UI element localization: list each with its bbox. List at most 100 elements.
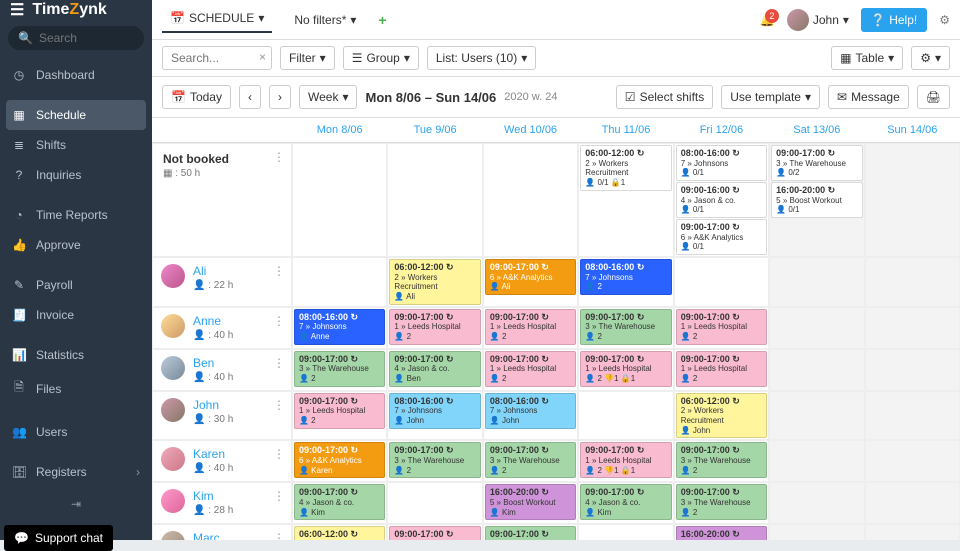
sidebar-item-registers[interactable]: 🗄Registers› (0, 457, 152, 487)
shift-card[interactable]: 09:00-17:00 ↻6 » A&K Analytics👤 Ali (485, 259, 576, 295)
day-header[interactable]: Mon 8/06 (292, 118, 387, 143)
day-header[interactable]: Sun 14/06 (865, 118, 960, 143)
add-icon[interactable]: + (378, 12, 386, 28)
cell[interactable] (292, 257, 387, 307)
day-header[interactable]: Thu 11/06 (578, 118, 673, 143)
cell[interactable] (769, 440, 864, 482)
row-menu[interactable]: ⋮ (273, 356, 285, 370)
shift-card[interactable]: 09:00-17:00 ↻3 » The Warehouse👤 2 (580, 309, 671, 345)
cell[interactable] (387, 143, 482, 257)
shift-card[interactable]: 08:00-16:00 ↻7 » Johnsons👤 Anne (294, 309, 385, 345)
help-button[interactable]: ❔ Help! (861, 8, 927, 32)
cell[interactable]: 09:00-17:00 ↻1 » Leeds Hospital👤 2 (674, 349, 769, 391)
cell[interactable]: 09:00-17:00 ↻3 » The Warehouse👤 2 (674, 440, 769, 482)
day-header[interactable]: Wed 10/06 (483, 118, 578, 143)
row-menu[interactable]: ⋮ (273, 531, 285, 540)
shift-card[interactable]: 09:00-17:00 ↻1 » Leeds Hospital👤 2 (485, 309, 576, 345)
shift-card[interactable]: 16:00-20:00 ↻5 » Boost Workout👤 0/1 (771, 182, 862, 218)
shift-card[interactable]: 09:00-17:00 ↻1 » Leeds Hospital👤 2 (485, 351, 576, 387)
shift-card[interactable]: 09:00-17:00 ↻1 » Leeds Hospital👤 2 (676, 309, 767, 345)
cell[interactable] (769, 257, 864, 307)
cell[interactable]: 08:00-16:00 ↻7 » Johnsons👤 Anne (292, 307, 387, 349)
shift-card[interactable]: 09:00-17:00 ↻4 » Jason & co.👤 Ben (389, 351, 480, 387)
row-menu[interactable]: ⋮ (273, 150, 285, 164)
cell[interactable]: 08:00-16:00 ↻7 » Johnsons👤 0/109:00-16:0… (674, 143, 769, 257)
collapse-button[interactable]: ⇥ (0, 487, 152, 521)
row-menu[interactable]: ⋮ (273, 489, 285, 503)
week-dropdown[interactable]: Week▾ (299, 85, 358, 109)
cell[interactable]: 09:00-17:00 ↻1 » Leeds Hospital👤 2 (483, 349, 578, 391)
cell[interactable]: 09:00-17:00 ↻1 » Leeds Hospital👤 2 (292, 391, 387, 441)
sidebar-item-time-reports[interactable]: ◔Time Reports (0, 200, 152, 230)
toolbar-search-input[interactable] (162, 46, 272, 70)
day-header[interactable]: Tue 9/06 (387, 118, 482, 143)
cell[interactable] (769, 349, 864, 391)
cell[interactable] (865, 524, 960, 540)
cell[interactable]: 09:00-17:00 ↻3 » The Warehouse👤 0/216:00… (769, 143, 864, 257)
sidebar-search[interactable]: 🔍 (8, 26, 144, 50)
sidebar-item-statistics[interactable]: 📊Statistics (0, 340, 152, 370)
sidebar-item-schedule[interactable]: ▦Schedule (6, 100, 146, 130)
cell[interactable]: 09:00-17:00 ↻4 » Jason & co.👤 Ben (387, 349, 482, 391)
group-dropdown[interactable]: ☰Group▾ (343, 46, 419, 70)
shift-card[interactable]: 06:00-12:00 ↻2 » Workers Recruitment👤 (294, 526, 385, 540)
shift-card[interactable]: 09:00-17:00 ↻3 » The Warehouse👤 0/2 (771, 145, 862, 181)
template-dropdown[interactable]: Use template▾ (721, 85, 820, 109)
cell[interactable]: 06:00-12:00 ↻2 » Workers Recruitment👤 Al… (387, 257, 482, 307)
cell[interactable] (769, 391, 864, 441)
person-name[interactable]: Marc (193, 531, 233, 540)
shift-card[interactable]: 08:00-16:00 ↻7 » Johnsons👤 0/1 (676, 145, 767, 181)
sidebar-item-dashboard[interactable]: ◷Dashboard (0, 60, 152, 90)
person-name[interactable]: John (193, 398, 233, 412)
prev-button[interactable]: ‹ (239, 85, 261, 109)
cell[interactable]: 09:00-17:00 ↻4 » Jason & co.👤 Kim (578, 482, 673, 524)
shift-card[interactable]: 09:00-17:00 ↻1 » Leeds Hospital👤 2 👎1 🔒1 (580, 351, 671, 387)
schedule-dropdown[interactable]: 📅SCHEDULE▾ (162, 7, 272, 33)
cell[interactable]: 08:00-16:00 ↻7 » Johnsons👤 2 (578, 257, 673, 307)
sidebar-item-users[interactable]: 👥Users (0, 417, 152, 447)
sidebar-item-files[interactable]: 🗎Files (0, 370, 152, 407)
shift-card[interactable]: 09:00-17:00 ↻1 » Leeds Hospital👤 2 (389, 309, 480, 345)
cell[interactable]: 09:00-17:00 ↻6 » A&K Analytics👤 Karen (292, 440, 387, 482)
today-button[interactable]: 📅Today (162, 85, 231, 109)
sidebar-item-invoice[interactable]: 🧾Invoice (0, 300, 152, 330)
shift-card[interactable]: 09:00-17:00 ↻1 » Leeds Hospital👤 2 (294, 393, 385, 429)
cell[interactable]: 06:00-12:00 ↻2 » Workers Recruitment👤 (292, 524, 387, 540)
day-header[interactable]: Fri 12/06 (674, 118, 769, 143)
shift-card[interactable]: 09:00-17:00 ↻4 » Jason & co.👤 Kim (294, 484, 385, 520)
row-menu[interactable]: ⋮ (273, 264, 285, 278)
cell[interactable]: 09:00-17:00 ↻1 » Leeds Hospital👤 2 👎1 🔒1 (578, 440, 673, 482)
cell[interactable]: 06:00-12:00 ↻2 » Workers Recruitment👤 0/… (578, 143, 673, 257)
cell[interactable] (865, 482, 960, 524)
row-menu[interactable]: ⋮ (273, 314, 285, 328)
message-button[interactable]: ✉Message (828, 85, 909, 109)
shift-card[interactable]: 08:00-16:00 ↻7 » Johnsons👤 2 (580, 259, 671, 295)
shift-card[interactable]: 09:00-17:00 ↻1 » Leeds Hospital👤 2 👎1 🔒1 (580, 442, 671, 478)
shift-card[interactable]: 09:00-17:00 ↻6 » A&K Analytics👤 Karen (294, 442, 385, 478)
person-name[interactable]: Kim (193, 489, 233, 503)
cell[interactable]: 09:00-17:00 ↻6 » A&K Analytics👤 Ali (483, 257, 578, 307)
cell[interactable]: 08:00-16:00 ↻7 » Johnsons👤 John (387, 391, 482, 441)
view-table-dropdown[interactable]: ▦Table▾ (831, 46, 903, 70)
gear-icon[interactable]: ⚙ (939, 13, 950, 27)
shift-card[interactable]: 09:00-17:00 ↻1 » Leeds Hospital👤 (389, 526, 480, 540)
cell[interactable]: 09:00-17:00 ↻1 » Leeds Hospital👤 2 (387, 307, 482, 349)
shift-card[interactable]: 09:00-17:00 ↻4 » Jason & co.👤 Kim (580, 484, 671, 520)
cell[interactable] (865, 349, 960, 391)
shift-card[interactable]: 09:00-17:00 ↻1 » Leeds Hospital👤 2 (676, 351, 767, 387)
cell[interactable] (769, 524, 864, 540)
cell[interactable]: 09:00-17:00 ↻3 » The Warehouse👤 2 (483, 440, 578, 482)
cell[interactable] (865, 307, 960, 349)
cell[interactable] (769, 307, 864, 349)
cell[interactable]: 09:00-17:00 ↻1 » Leeds Hospital👤 2 👎1 🔒1 (578, 349, 673, 391)
cell[interactable] (578, 524, 673, 540)
person-name[interactable]: Karen (193, 447, 233, 461)
sidebar-item-approve[interactable]: 👍Approve (0, 230, 152, 260)
sidebar-item-inquiries[interactable]: ?Inquiries (0, 160, 152, 190)
next-button[interactable]: › (269, 85, 291, 109)
menu-icon[interactable]: ☰ (10, 0, 24, 20)
day-header[interactable]: Sat 13/06 (769, 118, 864, 143)
filters-dropdown[interactable]: No filters*▾ (286, 9, 364, 31)
filter-dropdown[interactable]: Filter▾ (280, 46, 335, 70)
cell[interactable]: 06:00-12:00 ↻2 » Workers Recruitment👤 Jo… (674, 391, 769, 441)
